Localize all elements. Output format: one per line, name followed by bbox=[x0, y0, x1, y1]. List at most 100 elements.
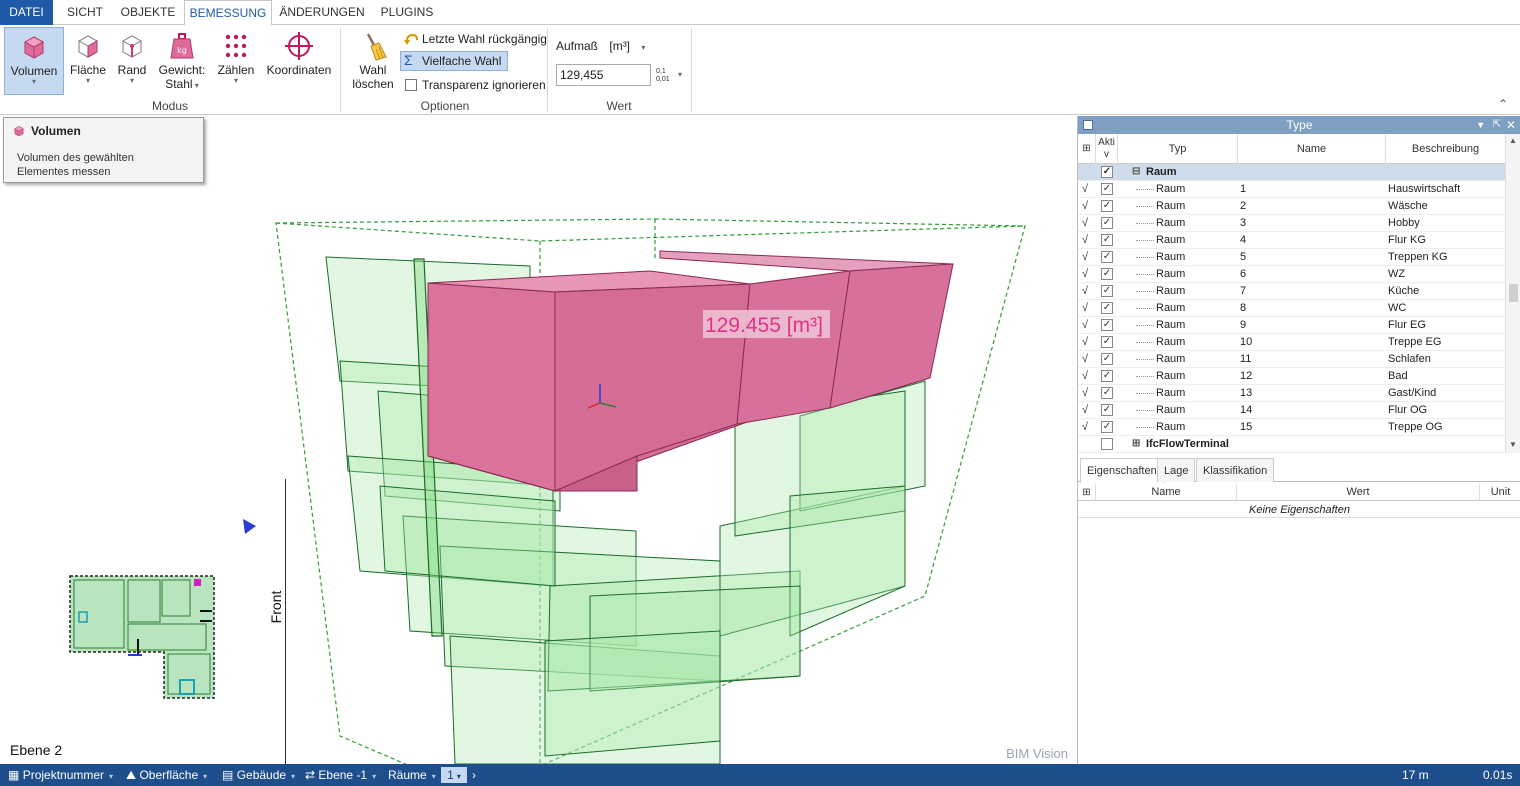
visible-check-icon[interactable]: √ bbox=[1082, 385, 1088, 401]
group-row-ifcflowterminal[interactable]: ⊞ IfcFlowTerminal bbox=[1078, 436, 1505, 453]
volumen-button[interactable]: Volumen ▾ bbox=[4, 27, 64, 95]
gewicht-button[interactable]: kg Gewicht: Stahl ▾ bbox=[156, 27, 208, 95]
visible-check-icon[interactable]: √ bbox=[1082, 215, 1088, 231]
row-active-checkbox[interactable]: ✓ bbox=[1101, 421, 1113, 433]
flaeche-button[interactable]: Fläche ▾ bbox=[66, 27, 110, 95]
table-row[interactable]: √ ✓ Raum 13 Gast/Kind bbox=[1078, 385, 1505, 402]
table-row[interactable]: √ ✓ Raum 15 Treppe OG bbox=[1078, 419, 1505, 436]
aufmass-selector[interactable]: Aufmaß [m³] ▾ bbox=[556, 39, 645, 53]
visible-check-icon[interactable]: √ bbox=[1082, 334, 1088, 350]
row-active-checkbox[interactable]: ✓ bbox=[1101, 353, 1113, 365]
visible-check-icon[interactable]: √ bbox=[1082, 368, 1088, 384]
row-active-checkbox[interactable]: ✓ bbox=[1101, 387, 1113, 399]
row-active-checkbox[interactable]: ✓ bbox=[1101, 251, 1113, 263]
panel-toggle-icon[interactable] bbox=[1083, 120, 1093, 130]
row-active-checkbox[interactable]: ✓ bbox=[1101, 404, 1113, 416]
scroll-thumb[interactable] bbox=[1509, 284, 1518, 302]
measurement-value-field[interactable]: 129,455 bbox=[556, 64, 651, 86]
tab-bemessung[interactable]: BEMESSUNG bbox=[184, 0, 272, 26]
rand-button[interactable]: Rand ▾ bbox=[112, 27, 152, 95]
visible-check-icon[interactable]: √ bbox=[1082, 402, 1088, 418]
chevron-down-icon[interactable]: ▾ bbox=[678, 70, 682, 79]
group-active-checkbox[interactable] bbox=[1101, 438, 1113, 450]
visible-check-icon[interactable]: √ bbox=[1082, 266, 1088, 282]
row-active-checkbox[interactable]: ✓ bbox=[1101, 302, 1113, 314]
gebaeude-selector[interactable]: ▤ Gebäude ▾ bbox=[222, 764, 295, 786]
table-row[interactable]: √ ✓ Raum 3 Hobby bbox=[1078, 215, 1505, 232]
zaehlen-button[interactable]: Zählen ▾ bbox=[214, 27, 258, 95]
column-header-prop-unit[interactable]: Unit bbox=[1480, 484, 1520, 501]
visible-check-icon[interactable]: √ bbox=[1082, 300, 1088, 316]
row-active-checkbox[interactable]: ✓ bbox=[1101, 370, 1113, 382]
table-row[interactable]: √ ✓ Raum 2 Wäsche bbox=[1078, 198, 1505, 215]
scroll-down-icon[interactable]: ▼ bbox=[1509, 440, 1517, 449]
close-icon[interactable]: ✕ bbox=[1506, 116, 1516, 134]
table-options-icon[interactable]: ⊞ bbox=[1078, 484, 1096, 501]
tab-objekte[interactable]: OBJEKTE bbox=[116, 0, 180, 25]
tab-lage[interactable]: Lage bbox=[1157, 458, 1196, 482]
row-active-checkbox[interactable]: ✓ bbox=[1101, 336, 1113, 348]
visible-check-icon[interactable]: √ bbox=[1082, 419, 1088, 435]
row-active-checkbox[interactable]: ✓ bbox=[1101, 217, 1113, 229]
row-active-checkbox[interactable]: ✓ bbox=[1101, 234, 1113, 246]
tab-plugins[interactable]: PLUGINS bbox=[374, 0, 440, 25]
table-row[interactable]: √ ✓ Raum 14 Flur OG bbox=[1078, 402, 1505, 419]
table-row[interactable]: √ ✓ Raum 12 Bad bbox=[1078, 368, 1505, 385]
3d-viewport[interactable]: 129.455 [m³] BIM Vision Front Ebene 2 bbox=[0, 116, 1077, 764]
group-active-checkbox[interactable]: ✓ bbox=[1101, 166, 1113, 178]
row-active-checkbox[interactable]: ✓ bbox=[1101, 319, 1113, 331]
visible-check-icon[interactable]: √ bbox=[1082, 283, 1088, 299]
floor-plan-canvas[interactable]: Front Ebene 2 bbox=[0, 479, 286, 764]
table-row[interactable]: √ ✓ Raum 4 Flur KG bbox=[1078, 232, 1505, 249]
visible-check-icon[interactable]: √ bbox=[1082, 351, 1088, 367]
visible-check-icon[interactable]: √ bbox=[1082, 249, 1088, 265]
table-row[interactable]: √ ✓ Raum 1 Hauswirtschaft bbox=[1078, 181, 1505, 198]
table-row[interactable]: √ ✓ Raum 9 Flur EG bbox=[1078, 317, 1505, 334]
next-arrow-icon[interactable]: › bbox=[472, 764, 476, 786]
column-header-active[interactable]: Akti v bbox=[1096, 134, 1118, 164]
projekt-selector[interactable]: ▦ Projektnummer ▾ bbox=[8, 764, 113, 786]
visible-check-icon[interactable]: √ bbox=[1082, 198, 1088, 214]
table-row[interactable]: √ ✓ Raum 8 WC bbox=[1078, 300, 1505, 317]
raeume-selector[interactable]: Räume ▾ bbox=[388, 764, 436, 786]
koordinaten-button[interactable]: Koordinaten bbox=[264, 27, 334, 95]
collapse-icon[interactable]: ⊟ bbox=[1132, 164, 1140, 180]
pin-icon[interactable]: ⇱ bbox=[1493, 116, 1501, 134]
tab-eigenschaften[interactable]: Eigenschaften bbox=[1080, 458, 1164, 483]
tab-aenderungen[interactable]: ÄNDERUNGEN bbox=[276, 0, 368, 25]
table-scrollbar[interactable]: ▲ ▼ bbox=[1505, 134, 1520, 453]
visible-check-icon[interactable]: √ bbox=[1082, 232, 1088, 248]
floor-plan-minimap[interactable]: Front Ebene 2 bbox=[0, 479, 286, 764]
row-active-checkbox[interactable]: ✓ bbox=[1101, 268, 1113, 280]
expand-icon[interactable]: ⊞ bbox=[1132, 436, 1140, 452]
oberflaeche-selector[interactable]: ⛰ Oberfläche ▾ bbox=[126, 764, 207, 786]
table-row[interactable]: √ ✓ Raum 7 Küche bbox=[1078, 283, 1505, 300]
table-row[interactable]: √ ✓ Raum 6 WZ bbox=[1078, 266, 1505, 283]
column-header-beschreibung[interactable]: Beschreibung bbox=[1386, 134, 1505, 164]
tab-sicht[interactable]: SICHT bbox=[57, 0, 113, 25]
visible-check-icon[interactable]: √ bbox=[1082, 181, 1088, 197]
ebene-selector[interactable]: ⇄ Ebene -1 ▾ bbox=[305, 764, 376, 786]
table-row[interactable]: √ ✓ Raum 11 Schlafen bbox=[1078, 351, 1505, 368]
precision-selector[interactable]: 0,1 0,01 bbox=[656, 68, 670, 84]
column-header-name[interactable]: Name bbox=[1238, 134, 1386, 164]
wahl-loeschen-button[interactable]: Wahl löschen bbox=[348, 27, 398, 95]
row-active-checkbox[interactable]: ✓ bbox=[1101, 183, 1113, 195]
tab-klassifikation[interactable]: Klassifikation bbox=[1196, 458, 1275, 482]
row-active-checkbox[interactable]: ✓ bbox=[1101, 285, 1113, 297]
table-options-icon[interactable]: ⊞ bbox=[1078, 134, 1096, 164]
group-row-raum[interactable]: ✓ ⊟ Raum bbox=[1078, 164, 1505, 181]
scroll-up-icon[interactable]: ▲ bbox=[1509, 136, 1517, 145]
checkbox-box[interactable] bbox=[405, 79, 417, 91]
transparency-ignore-checkbox[interactable]: Transparenz ignorieren bbox=[401, 75, 546, 95]
column-header-typ[interactable]: Typ bbox=[1118, 134, 1238, 164]
undo-selection-button[interactable]: Letzte Wahl rückgängig bbox=[401, 29, 547, 49]
tab-datei[interactable]: DATEI bbox=[0, 0, 53, 25]
multi-selection-toggle[interactable]: Σ Vielfache Wahl bbox=[400, 51, 509, 71]
column-header-prop-wert[interactable]: Wert bbox=[1237, 484, 1480, 501]
visible-check-icon[interactable]: √ bbox=[1082, 317, 1088, 333]
raum-number-selector[interactable]: 1 ▾ bbox=[441, 767, 467, 783]
table-row[interactable]: √ ✓ Raum 10 Treppe EG bbox=[1078, 334, 1505, 351]
row-active-checkbox[interactable]: ✓ bbox=[1101, 200, 1113, 212]
panel-dropdown-icon[interactable]: ▼ bbox=[1476, 116, 1485, 134]
